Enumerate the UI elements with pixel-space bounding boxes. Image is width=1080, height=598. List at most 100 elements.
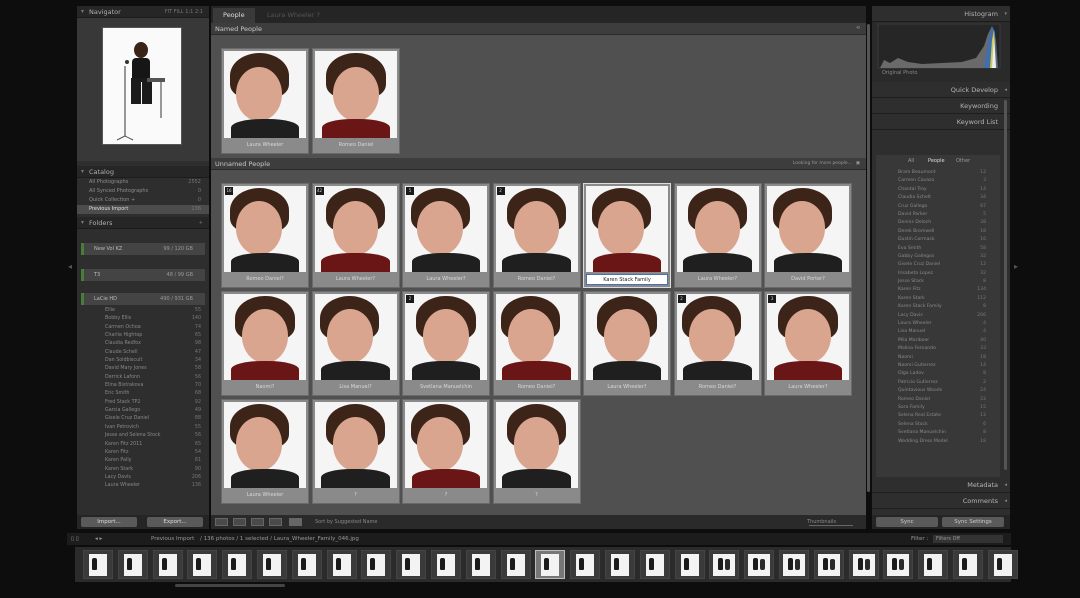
folder-item[interactable]: Bobby Ellis 140 [77, 315, 209, 323]
original-photo-checkbox[interactable]: Original Photo [882, 70, 917, 76]
keyword-item[interactable]: Bram Beaumont 12 [876, 169, 1000, 177]
nav-arrows-icon[interactable]: ◂ ▸ [95, 533, 102, 545]
face-thumbnail[interactable]: Naomi? [221, 291, 309, 396]
keyword-tab-other[interactable]: Other [956, 155, 970, 167]
face-name-label[interactable]: Laura Wheeler [224, 140, 306, 151]
keyword-item[interactable]: Svetlana Manuelchin 8 [876, 429, 1000, 437]
filter-dropdown[interactable]: Filters Off [933, 535, 1003, 543]
keyword-item[interactable]: Selena Real Estate 12 [876, 412, 1000, 420]
face-name-label[interactable]: Naomi? [224, 382, 306, 393]
folders-header[interactable]: ▾ Folders + [77, 217, 209, 229]
filmstrip-thumbnail[interactable] [187, 550, 218, 579]
keyword-item[interactable]: Cruz Gallego 87 [876, 203, 1000, 211]
filmstrip-scrollbar[interactable] [175, 584, 285, 587]
face-name-label[interactable]: Svetlana Manuelchin [405, 382, 487, 393]
filmstrip-thumbnail[interactable] [883, 550, 914, 579]
folder-volume[interactable]: New Vol KZ 99 / 120 GB [81, 243, 205, 255]
keyword-item[interactable]: Dennis Deloch 38 [876, 219, 1000, 227]
face-name-input[interactable]: Karen Stack Family [586, 274, 668, 285]
keyword-item[interactable]: Gisele Cruz Daniel 12 [876, 261, 1000, 269]
face-thumbnail[interactable]: ? [311, 399, 400, 504]
face-name-label[interactable]: ? [315, 490, 397, 501]
face-thumbnail[interactable]: Romeo Daniel? 2 [492, 183, 581, 288]
filmstrip-thumbnail[interactable] [987, 550, 1018, 579]
filmstrip-thumbnail[interactable] [291, 550, 322, 579]
filmstrip-thumbnail[interactable] [535, 550, 566, 579]
keyword-item[interactable]: Karen Stark 112 [876, 295, 1000, 303]
keyword-item[interactable]: Selena Stock 6 [876, 421, 1000, 429]
filmstrip-thumbnail[interactable] [779, 550, 809, 579]
face-name-label[interactable]: Lisa Manuel? [315, 382, 397, 393]
face-thumbnail[interactable]: Svetlana Manuelchin 2 [402, 291, 490, 396]
named-person-stack[interactable]: Romeo Daniel [312, 48, 400, 154]
filmstrip-thumbnail[interactable] [326, 550, 357, 579]
filmstrip-thumbnail[interactable] [744, 550, 775, 579]
face-thumbnail[interactable]: Laura Wheeler [221, 399, 309, 504]
folder-filter-field[interactable] [77, 229, 209, 241]
left-panel-toggle-icon[interactable]: ◂ [67, 262, 73, 272]
face-thumbnail[interactable]: Lisa Manuel? [311, 291, 400, 396]
face-name-label[interactable]: Laura Wheeler? [586, 382, 668, 393]
keyword-item[interactable]: Laura Wheeler 4 [876, 320, 1000, 328]
sync-button[interactable]: Sync [876, 517, 938, 527]
keyword-item[interactable]: Eva Smith 58 [876, 245, 1000, 253]
folder-item[interactable]: Jesse and Selena Stock 56 [77, 432, 209, 440]
keyword-item[interactable]: Naomi 18 [876, 354, 1000, 362]
face-thumbnail[interactable]: Romeo Daniel? [492, 291, 581, 396]
grid-scrollbar[interactable] [867, 24, 870, 492]
sync-settings-button[interactable]: Sync Settings [942, 517, 1004, 527]
face-thumbnail[interactable]: Laura Wheeler? [583, 291, 671, 396]
keyword-item[interactable]: Irisabeta Lopez 32 [876, 270, 1000, 278]
face-name-label[interactable]: Laura Wheeler? [767, 382, 849, 393]
keyword-item[interactable]: Patricio Gutierrez 2 [876, 379, 1000, 387]
filmstrip-thumbnail[interactable] [813, 550, 844, 579]
add-folder-icon[interactable]: + [199, 217, 203, 229]
metadata-header[interactable]: Metadata ◂ [872, 477, 1010, 493]
face-name-label[interactable]: Romeo Daniel? [677, 382, 759, 393]
keyword-item[interactable]: Romeo Daniel 22 [876, 396, 1000, 404]
loupe-view-icon[interactable] [233, 518, 246, 526]
unnamed-people-header[interactable]: Unnamed People Looking for more people..… [211, 158, 866, 170]
navigator-preview[interactable] [77, 18, 209, 161]
folder-item[interactable]: Karen Stark 90 [77, 466, 209, 474]
catalog-item-synced[interactable]: All Synced Photographs 0 [77, 187, 209, 196]
unnamed-options-icon[interactable]: ▣ [856, 158, 860, 170]
filmstrip-thumbnail[interactable] [605, 550, 635, 579]
catalog-header[interactable]: ▾ Catalog [77, 166, 209, 178]
filmstrip-thumbnail[interactable] [222, 550, 253, 579]
folder-item[interactable]: Charlie Hightop 65 [77, 332, 209, 340]
keywording-header[interactable]: Keywording ◂ [872, 98, 1010, 114]
keyword-item[interactable]: Chantal Troy 14 [876, 186, 1000, 194]
face-name-label[interactable]: Laura Wheeler? [405, 274, 487, 285]
folder-item[interactable]: Elina Bistrakova 70 [77, 382, 209, 390]
navigator-zoom-options[interactable]: FIT FILL 1:1 2:1 [165, 6, 203, 18]
folder-volume[interactable]: LaCie HD 490 / 931 GB [81, 293, 205, 305]
filmstrip-thumbnail[interactable] [396, 550, 427, 579]
face-thumbnail[interactable]: Laura Wheeler? 5 [402, 183, 490, 288]
grid-view-icon[interactable] [215, 518, 228, 526]
face-name-label[interactable]: Laura Wheeler? [315, 274, 397, 285]
face-name-label[interactable]: Romeo Daniel? [224, 274, 306, 285]
filmstrip-thumbnail[interactable] [465, 550, 496, 579]
keyword-item[interactable]: Mila Mariboer 40 [876, 337, 1000, 345]
import-button[interactable]: Import... [81, 517, 137, 527]
histogram-header[interactable]: Histogram ▾ [872, 6, 1010, 22]
keyword-item[interactable]: Gabby Gallegos 32 [876, 253, 1000, 261]
face-thumbnail[interactable]: Laura Wheeler? 3 [764, 291, 852, 396]
filmstrip-thumbnail[interactable] [674, 550, 705, 579]
right-panel-scrollbar[interactable] [1004, 100, 1007, 470]
folder-item[interactable]: Dan Soldbiscuit 34 [77, 357, 209, 365]
keyword-item[interactable]: Naomi Gutierrez 14 [876, 362, 1000, 370]
face-name-label[interactable]: Laura Wheeler [224, 490, 306, 501]
filmstrip-thumbnail[interactable] [83, 550, 113, 579]
comments-header[interactable]: Comments ◂ [872, 493, 1010, 509]
filmstrip-thumbnail[interactable] [257, 550, 287, 579]
folder-item[interactable]: Ellie 55 [77, 307, 209, 315]
sort-selector[interactable]: Sort by Suggested Name [315, 515, 377, 529]
filmstrip-thumbnail[interactable] [709, 550, 740, 579]
keyword-item[interactable]: Olga Ladov 8 [876, 370, 1000, 378]
face-name-label[interactable]: ? [405, 490, 487, 501]
filmstrip-thumbnail[interactable] [500, 550, 531, 579]
face-thumbnail[interactable]: Laura Wheeler? [673, 183, 762, 288]
face-name-label[interactable]: David Porter? [767, 274, 849, 285]
